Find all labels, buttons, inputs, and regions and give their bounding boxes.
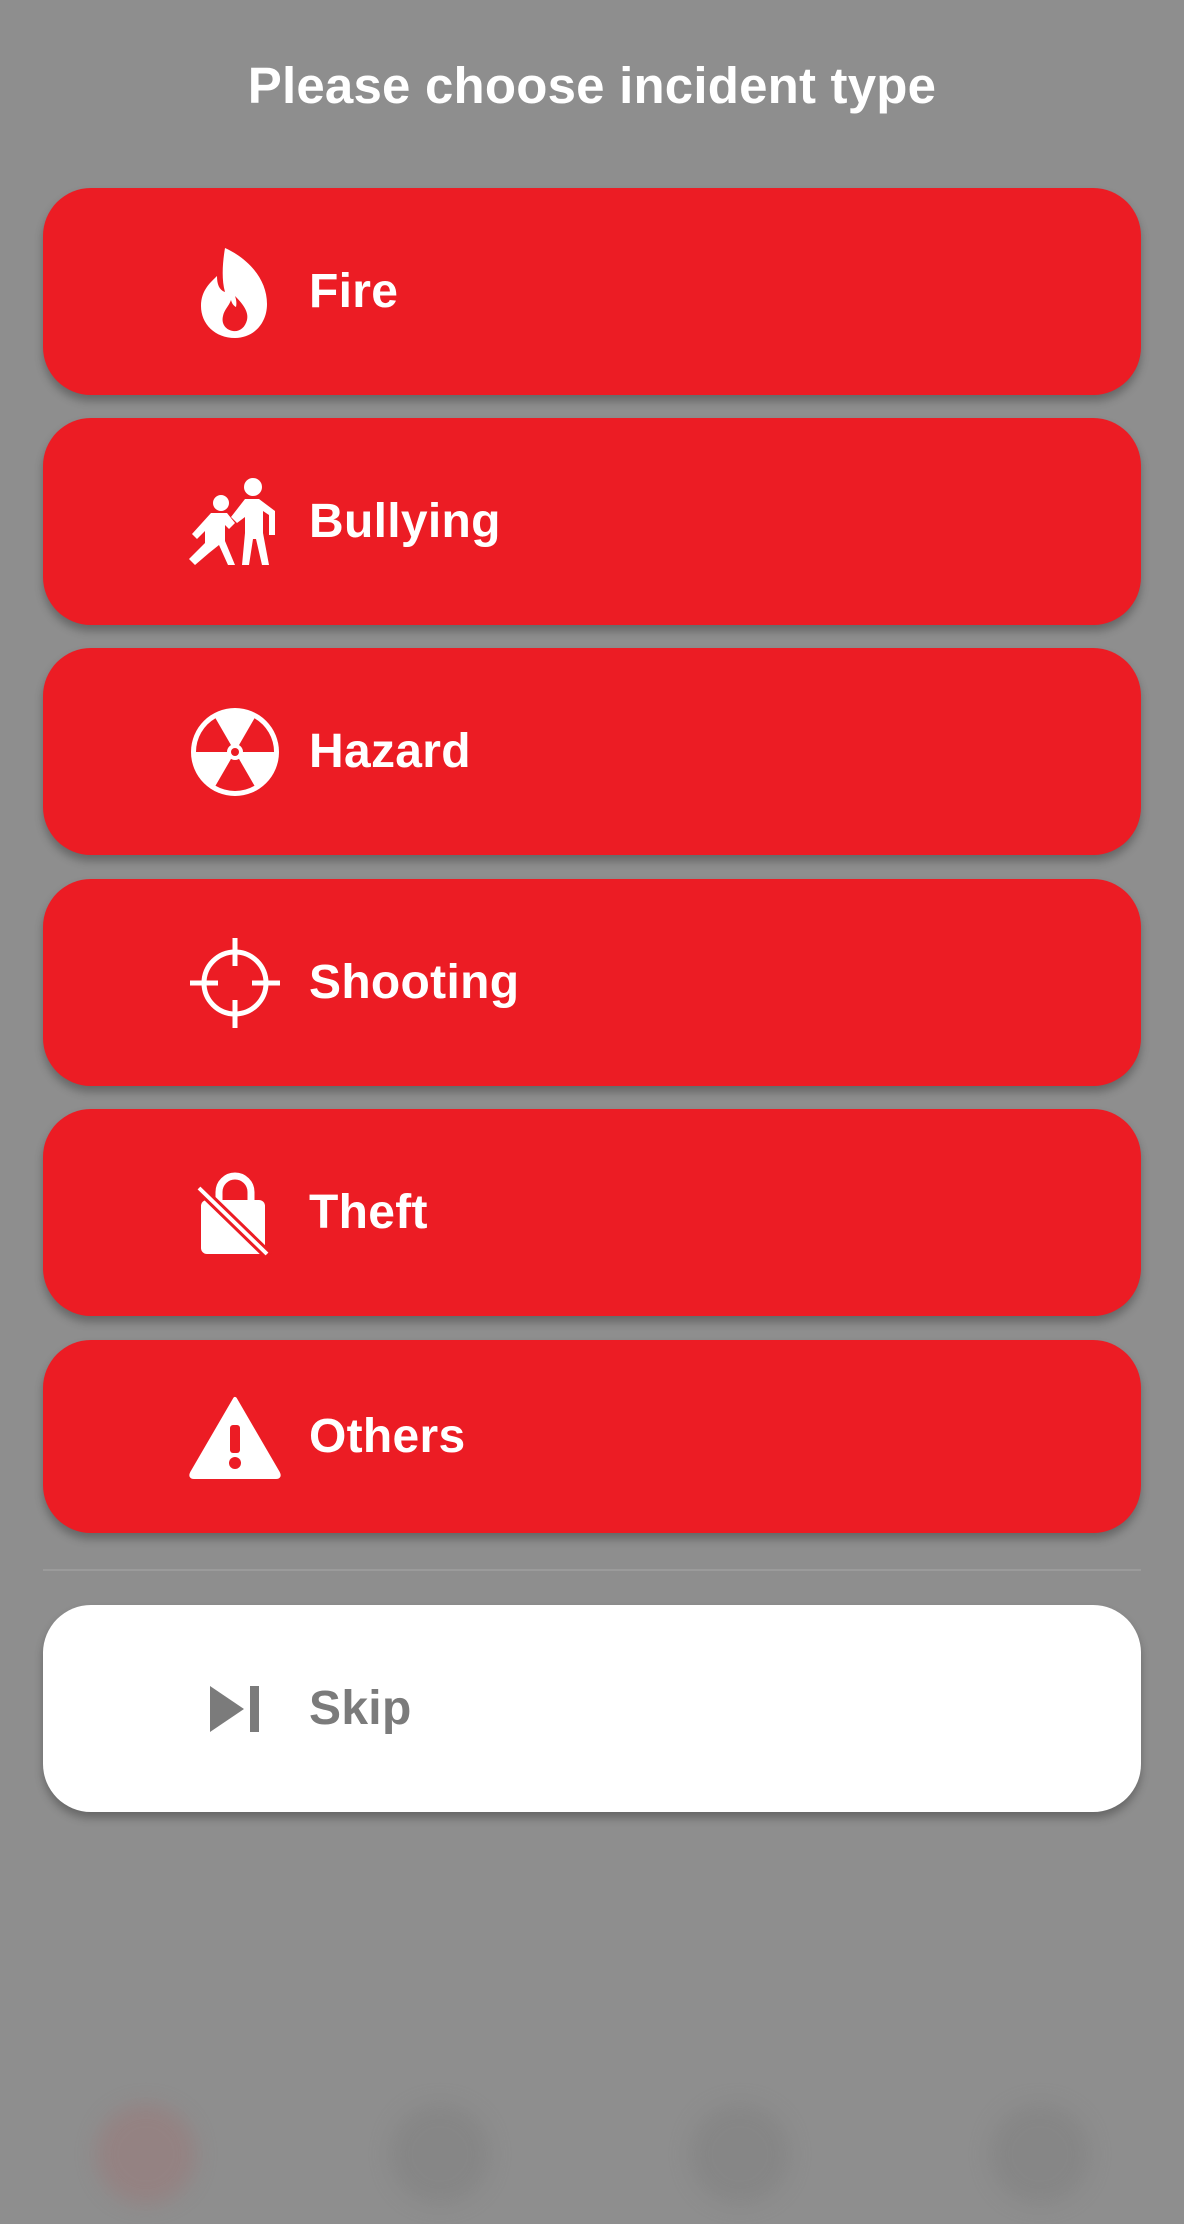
bullying-option-button[interactable]: Bullying (43, 418, 1141, 625)
bullying-icon (139, 418, 331, 625)
warning-icon (139, 1340, 331, 1533)
radiation-hazard-icon (139, 648, 331, 855)
skip-next-icon (139, 1605, 331, 1812)
shooting-option-button[interactable]: Shooting (43, 879, 1141, 1086)
nav-messages-icon (690, 2104, 790, 2204)
divider (43, 1569, 1141, 1571)
theft-bag-icon (139, 1109, 331, 1316)
fire-icon (139, 188, 331, 395)
skip-button[interactable]: Skip (43, 1605, 1141, 1812)
nav-report-icon (390, 2104, 490, 2204)
fire-option-button[interactable]: Fire (43, 188, 1141, 395)
crosshair-icon (139, 879, 331, 1086)
shooting-option-label: Shooting (309, 956, 520, 1009)
theft-option-label: Theft (309, 1186, 428, 1239)
hazard-option-label: Hazard (309, 725, 471, 778)
bottom-navigation-backdrop (0, 2090, 1184, 2224)
skip-label: Skip (309, 1682, 412, 1735)
others-option-button[interactable]: Others (43, 1340, 1141, 1533)
nav-profile-icon (990, 2104, 1090, 2204)
theft-option-button[interactable]: Theft (43, 1109, 1141, 1316)
bullying-option-label: Bullying (309, 495, 501, 548)
nav-home-icon (96, 2104, 196, 2204)
others-option-label: Others (309, 1410, 466, 1463)
page-title: Please choose incident type (247, 57, 937, 114)
hazard-option-button[interactable]: Hazard (43, 648, 1141, 855)
fire-option-label: Fire (309, 265, 399, 318)
